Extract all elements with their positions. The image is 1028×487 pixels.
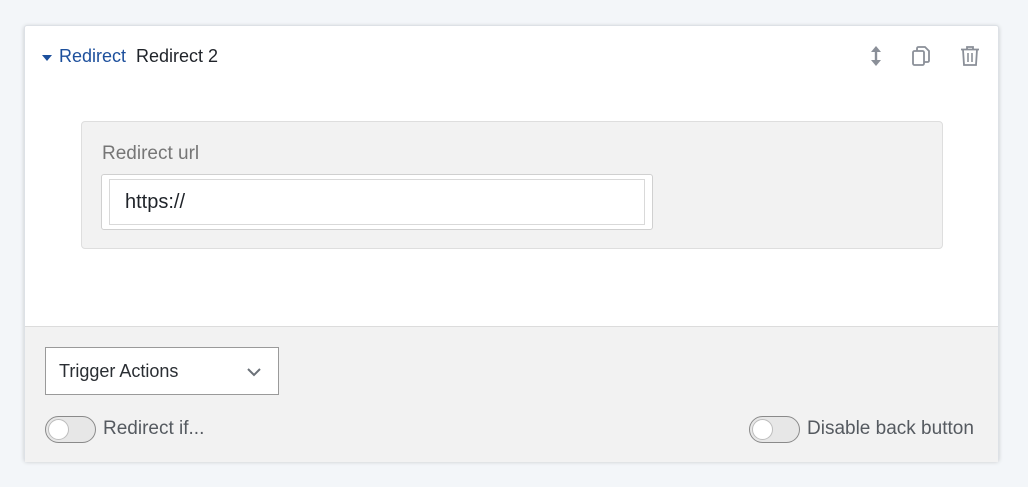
block-name: Redirect 2 xyxy=(136,46,219,66)
redirect-url-panel: Redirect url xyxy=(81,121,943,249)
redirect-if-label: Redirect if... xyxy=(103,418,205,439)
redirect-if-toggle[interactable] xyxy=(45,415,96,443)
disable-back-button-label: Disable back button xyxy=(807,418,974,439)
block-type-toggle[interactable]: Redirect xyxy=(59,46,126,67)
block-header: Redirect Redirect 2 xyxy=(25,26,998,88)
trigger-actions-selected: Trigger Actions xyxy=(59,361,179,381)
collapse-caret-icon[interactable] xyxy=(42,55,52,61)
chevron-down-icon xyxy=(246,365,262,383)
redirect-block-card: Redirect Redirect 2 Redirect url https:/… xyxy=(24,25,999,462)
redirect-url-wrapper xyxy=(101,174,653,230)
copy-icon[interactable] xyxy=(909,44,933,68)
vertical-resize-icon[interactable] xyxy=(864,44,888,68)
toggle-knob xyxy=(48,418,69,440)
redirect-if-row: Redirect if... xyxy=(45,415,204,443)
redirect-url-label: Redirect url xyxy=(102,143,200,164)
block-footer: Trigger Actions Redirect if... Disable b… xyxy=(25,326,998,462)
toggle-knob xyxy=(752,418,773,440)
disable-back-row: Disable back button xyxy=(749,415,974,443)
disable-back-button-toggle[interactable] xyxy=(749,415,800,443)
trigger-actions-select[interactable]: Trigger Actions xyxy=(45,347,279,395)
trash-icon[interactable] xyxy=(958,44,982,68)
redirect-url-input[interactable] xyxy=(109,179,645,225)
